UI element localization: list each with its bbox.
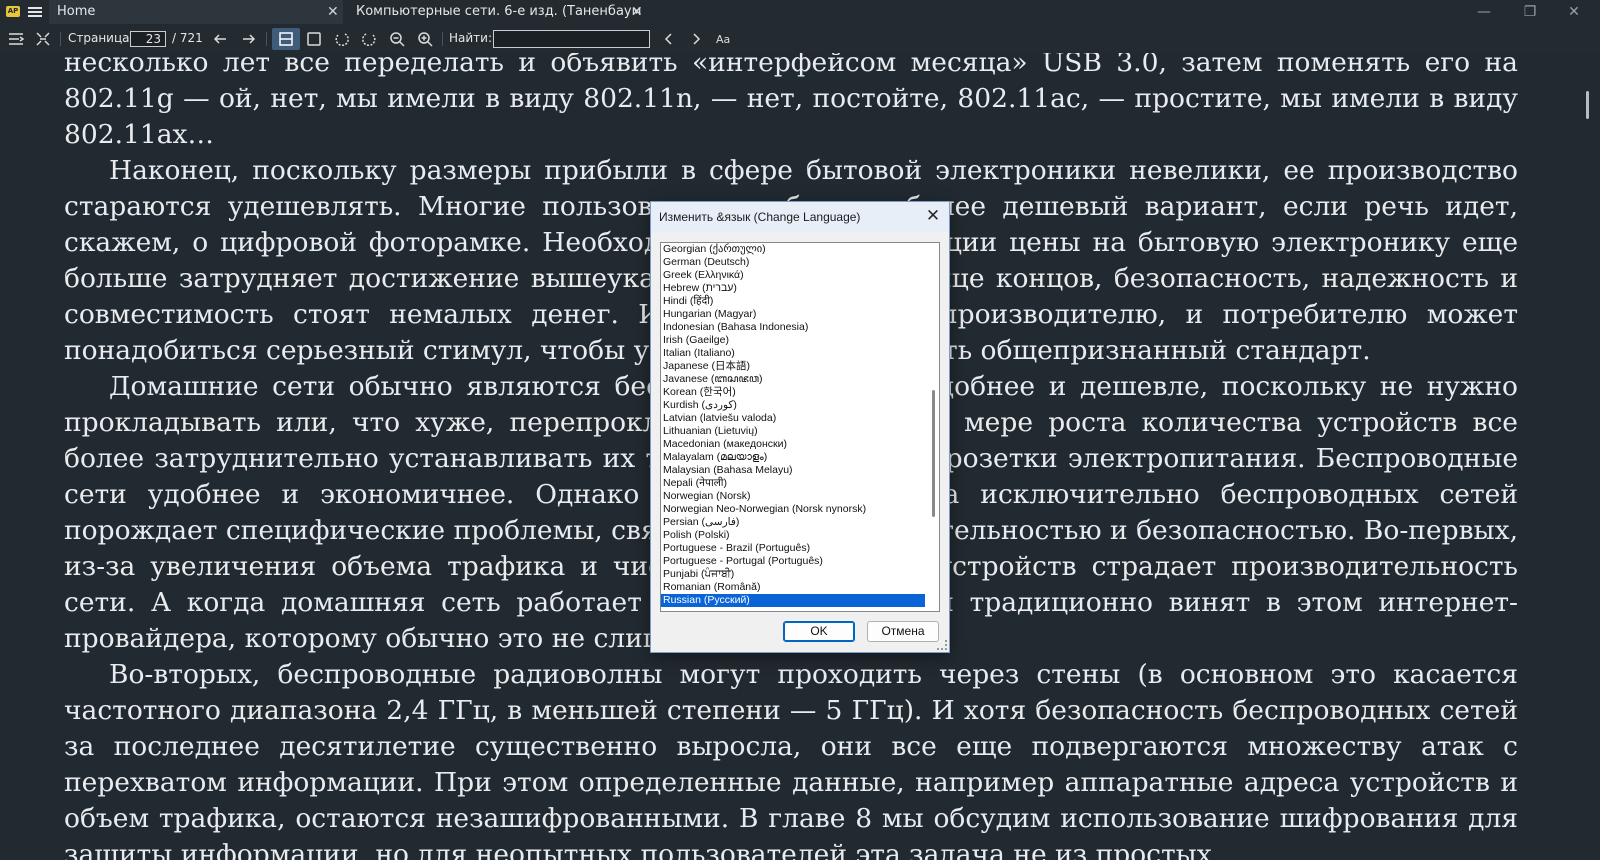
language-list-item[interactable]: Greek (Ελληνικά): [661, 269, 925, 282]
tab-document[interactable]: Компьютерные сети. 6-е изд. (Таненбаум Э…: [348, 0, 648, 43]
zoom-out-icon[interactable]: [388, 30, 406, 48]
language-list-item[interactable]: Macedonian (македонски): [661, 438, 925, 451]
document-paragraph: Во-вторых, беспроводные радиоволны могут…: [64, 659, 1518, 860]
find-next-icon[interactable]: [687, 30, 705, 48]
minimize-icon[interactable]: —: [1472, 3, 1496, 21]
language-list-item[interactable]: Hungarian (Magyar): [661, 308, 925, 321]
language-list-item[interactable]: Malayalam (മലയാളം): [661, 451, 925, 464]
toolbar-separator: [60, 32, 61, 46]
dialog-title: Изменить &язык (Change Language): [659, 210, 861, 224]
document-scrollbar[interactable]: [1586, 53, 1592, 860]
find-prev-icon[interactable]: [660, 30, 678, 48]
language-list: Georgian (ქართული) German (Deutsch) Greek …: [661, 243, 939, 607]
fit-width-icon[interactable]: [305, 30, 323, 48]
match-case-icon[interactable]: Aa: [715, 30, 733, 48]
cancel-button[interactable]: Отмена: [867, 621, 939, 642]
prev-page-icon[interactable]: [211, 30, 229, 48]
language-listbox[interactable]: Georgian (ქართული) German (Deutsch) Greek …: [660, 242, 940, 612]
language-list-item[interactable]: Portuguese - Portugal (Português): [661, 555, 925, 568]
language-list-item[interactable]: Malaysian (Bahasa Melayu): [661, 464, 925, 477]
language-list-item[interactable]: Hindi (हिंदी): [661, 295, 925, 308]
language-list-item[interactable]: Indonesian (Bahasa Indonesia): [661, 321, 925, 334]
language-list-item[interactable]: Nepali (नेपाली): [661, 477, 925, 490]
dialog-title-bar: Изменить &язык (Change Language) ✕: [651, 202, 949, 232]
language-list-item[interactable]: Kurdish (کوردی): [661, 399, 925, 412]
language-list-item[interactable]: Polish (Polski): [661, 529, 925, 542]
find-label: Найти:: [449, 31, 493, 45]
tab-home-close-icon[interactable]: ✕: [327, 0, 339, 24]
rotate-left-icon[interactable]: [333, 30, 351, 48]
find-input[interactable]: [493, 30, 650, 48]
language-list-item[interactable]: Norwegian (Norsk): [661, 490, 925, 503]
app-logo-icon: AP: [6, 6, 20, 17]
toolbar-separator: [442, 32, 443, 46]
tab-home-label: Home: [57, 4, 96, 19]
language-list-item[interactable]: Portuguese - Brazil (Português): [661, 542, 925, 555]
language-list-item[interactable]: Norwegian Neo-Norwegian (Norsk nynorsk): [661, 503, 925, 516]
fit-page-icon[interactable]: [34, 30, 52, 48]
single-page-icon[interactable]: [277, 30, 295, 48]
change-language-dialog: Изменить &язык (Change Language) ✕ Georg…: [650, 201, 950, 653]
language-list-item[interactable]: German (Deutsch): [661, 256, 925, 269]
tab-document-close-icon[interactable]: ✕: [631, 0, 643, 24]
document-scrollbar-thumb[interactable]: [1586, 91, 1589, 119]
svg-text:Aa: Aa: [716, 33, 730, 46]
language-list-item[interactable]: Latvian (latviešu valoda): [661, 412, 925, 425]
toolbar: Страница: / 721 Найти: Aa: [0, 25, 1600, 53]
document-paragraph: несколько лет все переделать и объявить …: [64, 53, 1518, 150]
title-bar: AP Home ✕ Компьютерные сети. 6-е изд. (Т…: [0, 0, 1600, 43]
tab-home[interactable]: Home ✕: [49, 0, 343, 24]
rotate-right-icon[interactable]: [360, 30, 378, 48]
language-list-item[interactable]: Punjabi (ਪੰਜਾਬੀ): [661, 568, 925, 581]
language-list-item[interactable]: Romanian (Română): [661, 581, 925, 594]
language-list-item[interactable]: Irish (Gaeilge): [661, 334, 925, 347]
language-list-item[interactable]: Russian (Русский): [661, 594, 925, 607]
restore-icon[interactable]: ❐: [1518, 3, 1542, 21]
dialog-close-icon[interactable]: ✕: [923, 206, 943, 226]
language-list-scrollbar-thumb[interactable]: [932, 390, 935, 517]
language-list-item[interactable]: Hebrew (עברית): [661, 282, 925, 295]
toolbar-separator: [266, 32, 267, 46]
language-list-item[interactable]: Japanese (日本語): [661, 360, 925, 373]
page-total: / 721: [172, 31, 203, 45]
zoom-in-icon[interactable]: [416, 30, 434, 48]
ok-button[interactable]: OK: [783, 621, 855, 642]
page-number-input[interactable]: [130, 31, 166, 47]
language-list-item[interactable]: Georgian (ქართული): [661, 243, 925, 256]
next-page-icon[interactable]: [240, 30, 258, 48]
page-label: Страница:: [68, 31, 134, 45]
sidebar-toggle-icon[interactable]: [7, 30, 25, 48]
language-list-item[interactable]: Korean (한국어): [661, 386, 925, 399]
language-list-item[interactable]: Lithuanian (Lietuvių): [661, 425, 925, 438]
language-list-item[interactable]: Italian (Italiano): [661, 347, 925, 360]
language-list-scrollbar[interactable]: [929, 245, 937, 609]
hamburger-menu-icon[interactable]: [28, 5, 42, 19]
resize-grip-icon[interactable]: [937, 640, 947, 650]
language-list-item[interactable]: Javanese (ꦧꦱꦗꦮ): [661, 373, 925, 386]
language-list-item[interactable]: Persian (فارسی): [661, 516, 925, 529]
window-close-icon[interactable]: ✕: [1562, 3, 1586, 21]
